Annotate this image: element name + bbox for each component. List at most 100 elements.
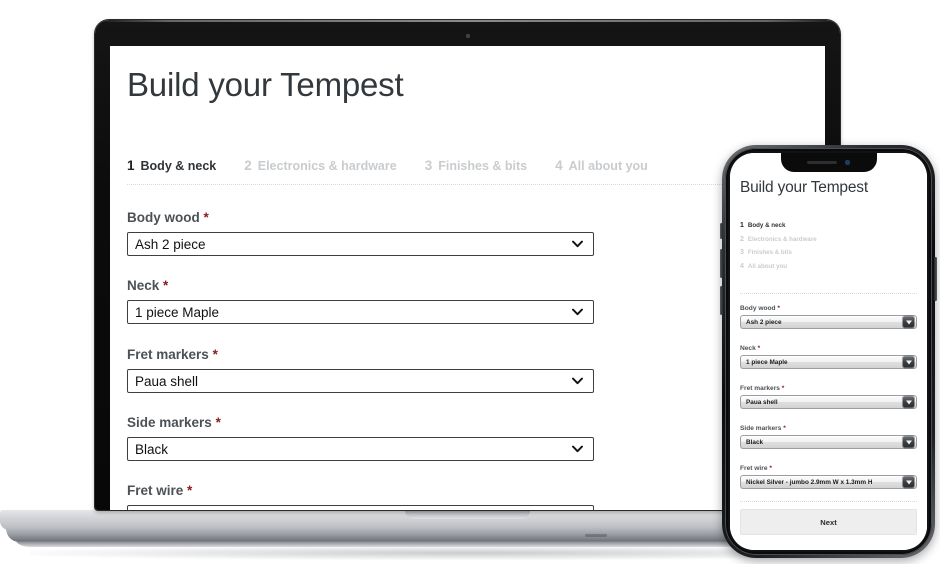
required-asterisk: * — [769, 465, 772, 472]
screenshot-stage: Build your Tempest 1 Body & neck 2 Elect… — [0, 0, 940, 564]
select-fret-markers[interactable]: Paua shell — [740, 395, 917, 409]
select-neck[interactable]: 1 piece Maple — [740, 355, 917, 369]
chevron-down-icon — [572, 445, 583, 453]
step-item-4[interactable]: 4 All about you — [740, 263, 817, 270]
step-label: All about you — [747, 262, 788, 270]
chevron-down-icon — [903, 396, 914, 408]
step-number: 4 — [740, 262, 744, 270]
step-nav: 1 Body & neck 2 Electronics & hardware 3… — [740, 222, 817, 270]
field-label-fret-wire: Fret wire * — [740, 465, 917, 472]
select-side-markers[interactable]: Black — [127, 437, 594, 461]
required-asterisk: * — [777, 305, 780, 312]
mobile-page: Build your Tempest 1 Body & neck 2 Elect… — [730, 153, 927, 550]
volume-down-button[interactable] — [720, 286, 723, 315]
select-body-wood[interactable]: Ash 2 piece — [740, 315, 917, 329]
step-label: Electronics & hardware — [257, 159, 397, 173]
field-label-body-wood: Body wood * — [127, 210, 594, 225]
label-text: Fret wire — [127, 483, 184, 498]
desktop-page: Build your Tempest 1 Body & neck 2 Elect… — [110, 46, 825, 510]
chevron-down-icon — [903, 476, 914, 488]
chevron-down-icon — [572, 308, 583, 316]
field-label-fret-markers: Fret markers * — [740, 385, 917, 392]
step-label: Body & neck — [747, 222, 786, 229]
field-fret-wire: Fret wire * Nickel Silver - jumbo 2.9mm … — [127, 483, 594, 510]
field-body-wood: Body wood * Ash 2 piece — [740, 305, 917, 329]
field-neck: Neck * 1 piece Maple — [127, 278, 594, 324]
step-item-2[interactable]: 2 Electronics & hardware — [244, 158, 396, 173]
step-number: 3 — [740, 249, 744, 256]
page-title: Build your Tempest — [127, 66, 404, 103]
step-item-2[interactable]: 2 Electronics & hardware — [740, 236, 817, 243]
label-text: Neck — [127, 278, 160, 293]
field-fret-wire: Fret wire * Nickel Silver - jumbo 2.9mm … — [740, 465, 917, 489]
label-text: Fret markers — [740, 385, 780, 392]
field-label-fret-wire: Fret wire * — [127, 483, 594, 498]
select-neck[interactable]: 1 piece Maple — [127, 300, 594, 324]
chevron-down-icon — [572, 377, 583, 385]
field-fret-markers: Fret markers * Paua shell — [740, 385, 917, 409]
select-value: Nickel Silver - jumbo 2.9mm W x 1.3mm H — [746, 478, 873, 486]
step-label: Finishes & bits — [438, 159, 528, 173]
step-label: Electronics & hardware — [747, 235, 817, 243]
phone-device: Build your Tempest 1 Body & neck 2 Elect… — [720, 145, 937, 558]
select-body-wood[interactable]: Ash 2 piece — [127, 232, 594, 256]
required-asterisk: * — [783, 425, 786, 432]
front-camera-icon — [845, 160, 850, 165]
field-label-body-wood: Body wood * — [740, 305, 917, 312]
field-fret-markers: Fret markers * Paua shell — [127, 347, 594, 393]
field-neck: Neck * 1 piece Maple — [740, 345, 917, 369]
label-text: Body wood — [127, 210, 200, 225]
chevron-down-icon — [572, 240, 583, 248]
step-item-1[interactable]: 1 Body & neck — [127, 158, 216, 173]
step-label: Finishes & bits — [747, 249, 792, 256]
step-number: 2 — [244, 158, 252, 173]
volume-up-button[interactable] — [720, 249, 723, 278]
page-title: Build your Tempest — [740, 179, 868, 196]
select-fret-markers[interactable]: Paua shell — [127, 369, 594, 393]
select-side-markers[interactable]: Black — [740, 435, 917, 449]
field-label-neck: Neck * — [127, 278, 594, 293]
step-number: 4 — [555, 158, 563, 173]
step-item-1[interactable]: 1 Body & neck — [740, 222, 817, 229]
step-number: 3 — [424, 158, 433, 173]
select-value: 1 piece Maple — [135, 304, 220, 320]
required-asterisk: * — [187, 483, 193, 498]
speaker-icon — [807, 161, 837, 164]
select-fret-wire[interactable]: Nickel Silver - jumbo 2.9mm W x 1.3mm H — [127, 505, 594, 510]
label-text: Body wood — [740, 305, 776, 312]
select-value: 1 piece Maple — [746, 358, 788, 366]
field-label-neck: Neck * — [740, 345, 917, 352]
label-text: Fret wire — [740, 465, 768, 472]
required-asterisk: * — [757, 345, 761, 352]
phone-notch — [780, 153, 877, 172]
field-body-wood: Body wood * Ash 2 piece — [127, 210, 594, 256]
chevron-down-icon — [903, 316, 914, 328]
select-value: Paua shell — [135, 373, 199, 389]
laptop-lid-notch — [405, 509, 530, 519]
webcam-icon — [466, 34, 470, 38]
step-number: 2 — [740, 235, 744, 243]
select-value: Ash 2 piece — [746, 318, 782, 326]
select-value: Ash 2 piece — [135, 236, 206, 252]
select-value: Black — [746, 438, 764, 446]
step-number: 1 — [740, 222, 744, 229]
step-item-3[interactable]: 3 Finishes & bits — [425, 158, 527, 173]
power-button[interactable] — [934, 257, 937, 301]
select-fret-wire[interactable]: Nickel Silver - jumbo 2.9mm W x 1.3mm H — [740, 475, 917, 489]
mute-switch[interactable] — [720, 223, 723, 239]
steps-divider — [740, 293, 917, 294]
field-label-side-markers: Side markers * — [740, 425, 917, 432]
select-value: Paua shell — [746, 398, 778, 406]
next-button[interactable]: Next — [740, 509, 917, 535]
phone-screen: Build your Tempest 1 Body & neck 2 Elect… — [730, 153, 927, 550]
step-nav: 1 Body & neck 2 Electronics & hardware 3… — [127, 158, 676, 173]
required-asterisk: * — [203, 210, 209, 225]
step-item-4[interactable]: 4 All about you — [555, 158, 648, 173]
label-text: Side markers — [740, 425, 782, 432]
chevron-down-icon — [903, 356, 914, 368]
required-asterisk: * — [212, 347, 218, 362]
field-label-fret-markers: Fret markers * — [127, 347, 594, 362]
step-number: 1 — [127, 158, 135, 173]
label-text: Side markers — [127, 415, 212, 430]
step-item-3[interactable]: 3 Finishes & bits — [740, 249, 817, 256]
